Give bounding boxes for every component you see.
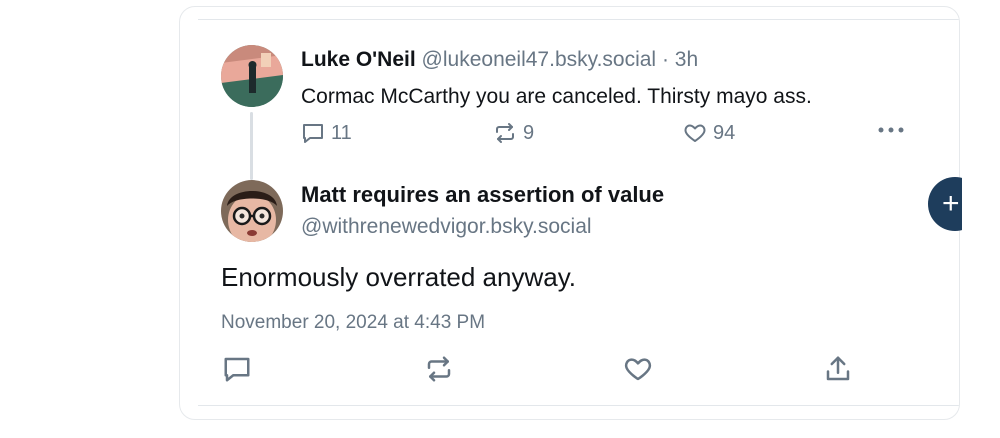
top-divider	[198, 19, 959, 20]
avatar[interactable]	[221, 180, 283, 242]
repost-icon	[424, 354, 454, 384]
repost-button[interactable]	[424, 354, 454, 384]
author-handle[interactable]: @lukeoneil47.bsky.social	[422, 48, 657, 71]
share-button[interactable]	[823, 354, 853, 384]
reply-count: 11	[331, 121, 352, 144]
heart-icon	[683, 121, 707, 145]
repost-icon	[493, 121, 517, 145]
reply-author-name[interactable]: Matt requires an assertion of value	[301, 182, 664, 208]
viewport-edge	[962, 0, 1000, 438]
like-count: 94	[713, 121, 736, 144]
thread-line	[250, 112, 253, 180]
post-time[interactable]: 3h	[675, 48, 698, 71]
reply-timestamp[interactable]: November 20, 2024 at 4:43 PM	[221, 312, 485, 334]
post-text: Cormac McCarthy you are canceled. Thirst…	[301, 85, 812, 108]
more-icon	[877, 125, 905, 135]
reply-author-handle[interactable]: @withrenewedvigor.bsky.social	[301, 215, 592, 239]
heart-icon	[623, 354, 653, 384]
like-button[interactable]	[623, 354, 653, 384]
bottom-divider	[198, 405, 959, 406]
reply-text: Enormously overrated anyway.	[221, 262, 577, 292]
post-thread-card: Luke O'Neil @lukeoneil47.bsky.social · 3…	[179, 6, 960, 420]
reply-button[interactable]	[222, 354, 252, 384]
meta-separator: ·	[661, 48, 669, 71]
repost-button[interactable]: 9	[493, 121, 534, 145]
reply-icon	[222, 354, 252, 384]
plus-icon: +	[942, 187, 960, 220]
more-options-button[interactable]	[877, 125, 905, 135]
avatar[interactable]	[221, 45, 283, 107]
reply-button[interactable]: 11	[301, 121, 352, 145]
share-icon	[823, 354, 853, 384]
reply-icon	[301, 121, 325, 145]
repost-count: 9	[523, 121, 535, 144]
like-button[interactable]: 94	[683, 121, 735, 145]
author-name[interactable]: Luke O'Neil	[301, 48, 416, 71]
post-author[interactable]: Luke O'Neil @lukeoneil47.bsky.social · 3…	[301, 48, 698, 72]
